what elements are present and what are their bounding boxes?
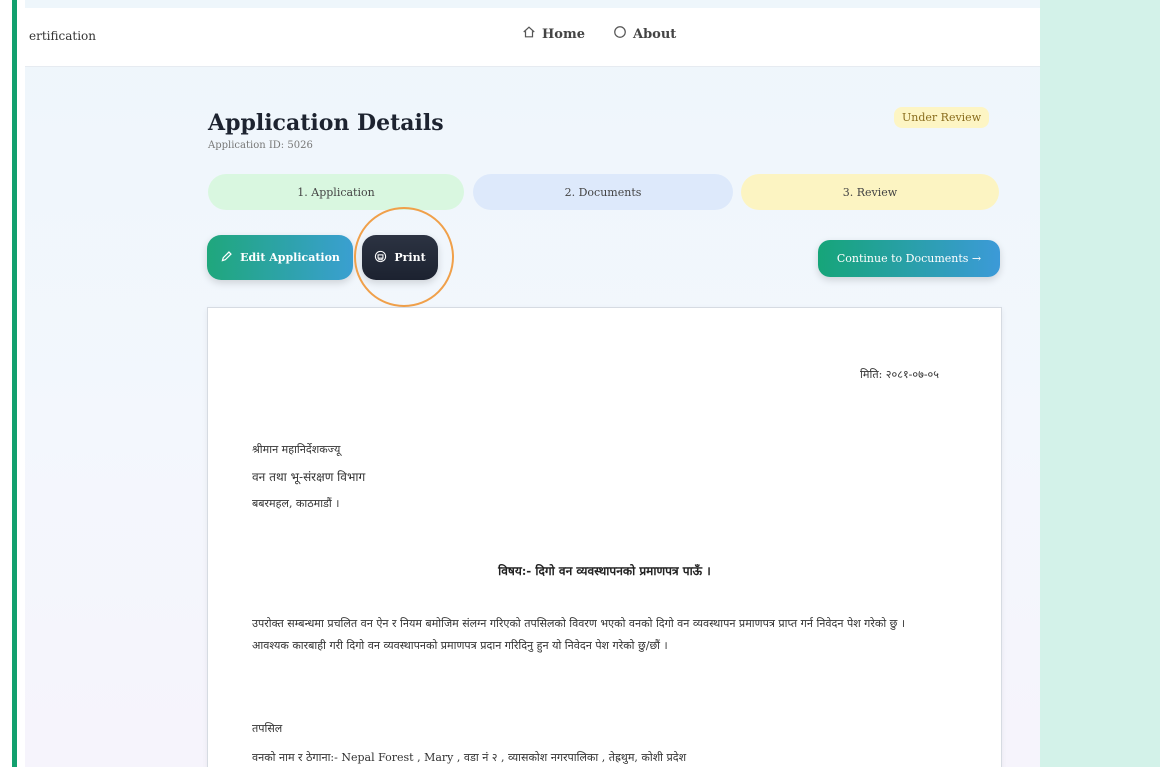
- step-application[interactable]: 1. Application: [208, 174, 464, 210]
- address-department: वन तथा भू-संरक्षण विभाग: [252, 470, 366, 484]
- print-button[interactable]: Print: [362, 235, 438, 280]
- application-id: Application ID: 5026: [208, 140, 313, 151]
- edit-application-button[interactable]: Edit Application: [207, 235, 353, 280]
- status-badge: Under Review: [894, 107, 990, 128]
- nav-links: Home About: [522, 25, 676, 43]
- step-review[interactable]: 3. Review: [741, 174, 999, 210]
- nav-home-link[interactable]: Home: [522, 25, 585, 43]
- document-date: मिति: २०८१-०७-०५: [860, 368, 939, 381]
- nav-about-label: About: [632, 26, 677, 42]
- right-side-panel: [1040, 0, 1160, 767]
- print-label: Print: [394, 251, 426, 264]
- document-body: उपरोक्त सम्बन्धमा प्रचलित वन ऐन र नियम ब…: [252, 617, 906, 652]
- printer-icon: [374, 250, 387, 266]
- info-icon: [613, 25, 627, 43]
- screen: ertification Home About Application Deta…: [0, 0, 1160, 767]
- pencil-icon: [220, 250, 233, 266]
- nav-about-link[interactable]: About: [613, 25, 676, 43]
- document-forest-line: वनको नाम र ठेगाना:- Nepal Forest , Mary …: [252, 751, 687, 764]
- document-subject: विषय:- दिगो वन व्यवस्थापनको प्रमाणपत्र प…: [498, 564, 711, 578]
- step-documents[interactable]: 2. Documents: [473, 174, 733, 210]
- home-icon: [522, 25, 536, 43]
- app-window: ertification Home About Application Deta…: [25, 0, 1040, 767]
- brand-text[interactable]: ertification: [29, 29, 96, 43]
- edit-application-label: Edit Application: [240, 251, 340, 264]
- address-location: बबरमहल, काठमाडौं ।: [252, 497, 340, 510]
- navbar: ertification Home About: [25, 8, 1040, 67]
- nav-home-label: Home: [542, 26, 585, 42]
- address-recipient: श्रीमान महानिर्देशकज्यू: [252, 443, 341, 456]
- page-title: Application Details: [208, 110, 444, 136]
- continue-label: Continue to Documents →: [836, 252, 982, 265]
- application-document: मिति: २०८१-०७-०५ श्रीमान महानिर्देशकज्यू…: [207, 307, 1002, 767]
- document-tapsil-heading: तपसिल: [252, 722, 283, 735]
- left-accent-stripe: [12, 0, 17, 767]
- continue-to-documents-button[interactable]: Continue to Documents →: [818, 240, 1000, 277]
